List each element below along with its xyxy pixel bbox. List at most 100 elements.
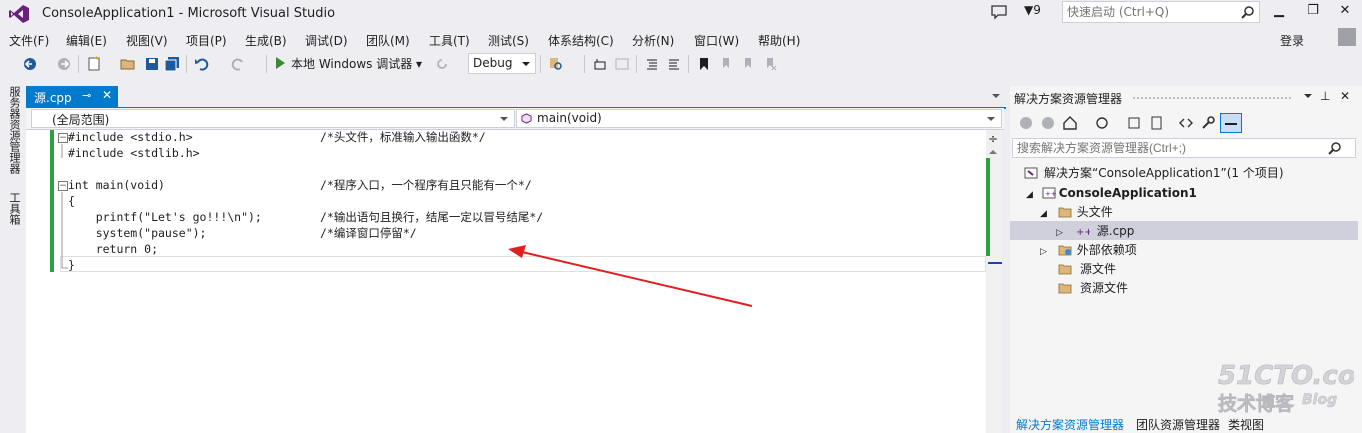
search-icon[interactable]: [1328, 141, 1342, 155]
tree-label: ConsoleApplication1: [1058, 186, 1197, 200]
tree-item-resource-files[interactable]: 资源文件: [1040, 279, 1128, 298]
auto-hide-pin-icon[interactable]: ⊥: [1320, 89, 1330, 103]
previous-bookmark-icon[interactable]: [718, 56, 734, 72]
breakpoint-tool-icon[interactable]: [592, 56, 608, 72]
redo-icon[interactable]: [230, 56, 246, 72]
list-tool-icon[interactable]: [614, 56, 630, 72]
sign-in-link[interactable]: 登录: [1280, 32, 1304, 49]
menu-help[interactable]: 帮助(H): [758, 32, 800, 49]
clear-bookmarks-icon[interactable]: [762, 56, 778, 72]
feedback-filter-count[interactable]: ▼9: [1024, 3, 1041, 17]
menu-window[interactable]: 窗口(W): [694, 32, 739, 49]
pin-tab-icon[interactable]: ⊸: [82, 89, 91, 102]
next-bookmark-icon[interactable]: [740, 56, 756, 72]
tree-item-project[interactable]: ◢ ++ ConsoleApplication1: [1026, 184, 1197, 203]
split-window-icon[interactable]: ÷: [988, 132, 998, 146]
save-all-icon[interactable]: [164, 56, 180, 72]
menu-architecture[interactable]: 体系结构(C): [548, 32, 614, 49]
restore-button[interactable]: ❐: [1296, 0, 1330, 24]
code-comment: /*编译窗口停留*/: [320, 226, 417, 240]
uncomment-lines-icon[interactable]: [666, 56, 682, 72]
tab-solution-explorer[interactable]: 解决方案资源管理器: [1016, 416, 1124, 433]
folder-icon: [1058, 283, 1072, 294]
toolbar-separator: [584, 55, 585, 73]
server-explorer-tab[interactable]: 服务器资源管理器: [6, 86, 22, 174]
menu-file[interactable]: 文件(F): [9, 32, 49, 49]
toolbox-tab[interactable]: 工具箱: [6, 192, 22, 225]
quick-launch-box[interactable]: [1062, 1, 1260, 23]
search-icon[interactable]: [1241, 5, 1255, 19]
collapsed-arrow-icon[interactable]: ▷: [1056, 228, 1063, 238]
menu-debug[interactable]: 调试(D): [305, 32, 348, 49]
close-tab-icon[interactable]: ✕: [102, 88, 112, 102]
forward-icon[interactable]: [1040, 115, 1056, 131]
properties-icon[interactable]: [1200, 115, 1216, 131]
new-project-icon[interactable]: [86, 56, 102, 72]
code-comment: /*输出语句且换行，结尾一定以冒号结尾*/: [320, 210, 544, 224]
folder-icon: [1058, 207, 1072, 218]
menu-team[interactable]: 团队(M): [366, 32, 410, 49]
tree-item-solution[interactable]: 解决方案“ConsoleApplication1”(1 个项目): [1024, 164, 1284, 183]
code-comment: /*头文件，标准输入输出函数*/: [320, 130, 486, 144]
solution-explorer-search-input[interactable]: [1012, 138, 1356, 158]
collapsed-arrow-icon[interactable]: ▷: [1040, 247, 1047, 257]
undo-icon[interactable]: [194, 56, 210, 72]
filter-icon: ▼: [1024, 3, 1034, 17]
back-icon[interactable]: [1018, 115, 1034, 131]
chevron-down-icon: [522, 62, 530, 66]
tree-item-external-deps[interactable]: ▷ 外部依赖项: [1040, 241, 1137, 260]
tab-class-view[interactable]: 类视图: [1228, 416, 1264, 433]
collapse-region-icon[interactable]: −: [58, 181, 68, 191]
code-comment: /*程序入口，一个程序有且只能有一个*/: [320, 178, 532, 192]
annotation-arrow: [508, 245, 753, 307]
find-in-files-icon[interactable]: [548, 56, 564, 72]
quick-launch-input[interactable]: [1063, 2, 1241, 22]
comment-lines-icon[interactable]: [644, 56, 660, 72]
save-icon[interactable]: [144, 56, 160, 72]
menu-build[interactable]: 生成(B): [245, 32, 287, 49]
navigate-back-icon[interactable]: [22, 56, 38, 72]
menu-test[interactable]: 测试(S): [488, 32, 529, 49]
preview-selected-items-button[interactable]: [1220, 113, 1242, 133]
tab-list-dropdown-icon[interactable]: [992, 94, 1000, 98]
tree-item-source-files[interactable]: 源文件: [1040, 260, 1116, 279]
scrollbar-change-marker: [986, 158, 990, 256]
notifications-icon[interactable]: [990, 4, 1008, 20]
tree-item-header-files[interactable]: ◢ 头文件: [1040, 203, 1113, 222]
solution-configuration-select[interactable]: Debug: [468, 53, 536, 74]
tree-label: 解决方案“ConsoleApplication1”(1 个项目): [1044, 166, 1284, 180]
member-dropdown[interactable]: main(void): [516, 109, 1002, 128]
user-account-icon[interactable]: [1338, 28, 1356, 46]
menu-view[interactable]: 视图(V): [126, 32, 168, 49]
menu-analyze[interactable]: 分析(N): [632, 32, 674, 49]
collapse-all-icon[interactable]: [1126, 115, 1142, 131]
tab-team-explorer[interactable]: 团队资源管理器: [1136, 416, 1220, 433]
refresh-icon[interactable]: [434, 56, 450, 72]
expanded-arrow-icon[interactable]: ◢: [1040, 209, 1047, 219]
document-tab-source-cpp[interactable]: 源.cpp ⊸ ✕: [26, 86, 118, 107]
scope-dropdown[interactable]: (全局范围): [31, 109, 515, 128]
sync-icon[interactable]: [1094, 115, 1110, 131]
navigate-forward-icon[interactable]: [56, 56, 72, 72]
toolbar-separator: [78, 55, 79, 73]
gutter-spacer: [54, 130, 58, 272]
scroll-up-icon[interactable]: [989, 150, 997, 154]
start-debugging-button[interactable]: 本地 Windows 调试器 ▾: [276, 55, 422, 72]
panel-menu-icon[interactable]: [1304, 94, 1312, 98]
close-button[interactable]: ✕: [1328, 0, 1362, 24]
menu-edit[interactable]: 编辑(E): [66, 32, 107, 49]
tree-item-source-cpp[interactable]: ▷ ++ 源.cpp: [1056, 222, 1134, 241]
minimize-button[interactable]: ▁: [1262, 0, 1296, 24]
open-file-icon[interactable]: [120, 56, 136, 72]
method-cube-icon: [521, 113, 532, 124]
close-panel-icon[interactable]: ✕: [1340, 89, 1350, 103]
menu-tools[interactable]: 工具(T): [429, 32, 470, 49]
bookmark-icon[interactable]: [696, 56, 712, 72]
expanded-arrow-icon[interactable]: ◢: [1026, 190, 1033, 200]
show-all-files-icon[interactable]: [1148, 115, 1164, 131]
menu-project[interactable]: 项目(P): [186, 32, 227, 49]
external-dependencies-icon: [1058, 245, 1072, 256]
collapse-region-icon[interactable]: −: [58, 133, 68, 143]
home-icon[interactable]: [1062, 115, 1078, 131]
view-code-icon[interactable]: [1178, 115, 1194, 131]
